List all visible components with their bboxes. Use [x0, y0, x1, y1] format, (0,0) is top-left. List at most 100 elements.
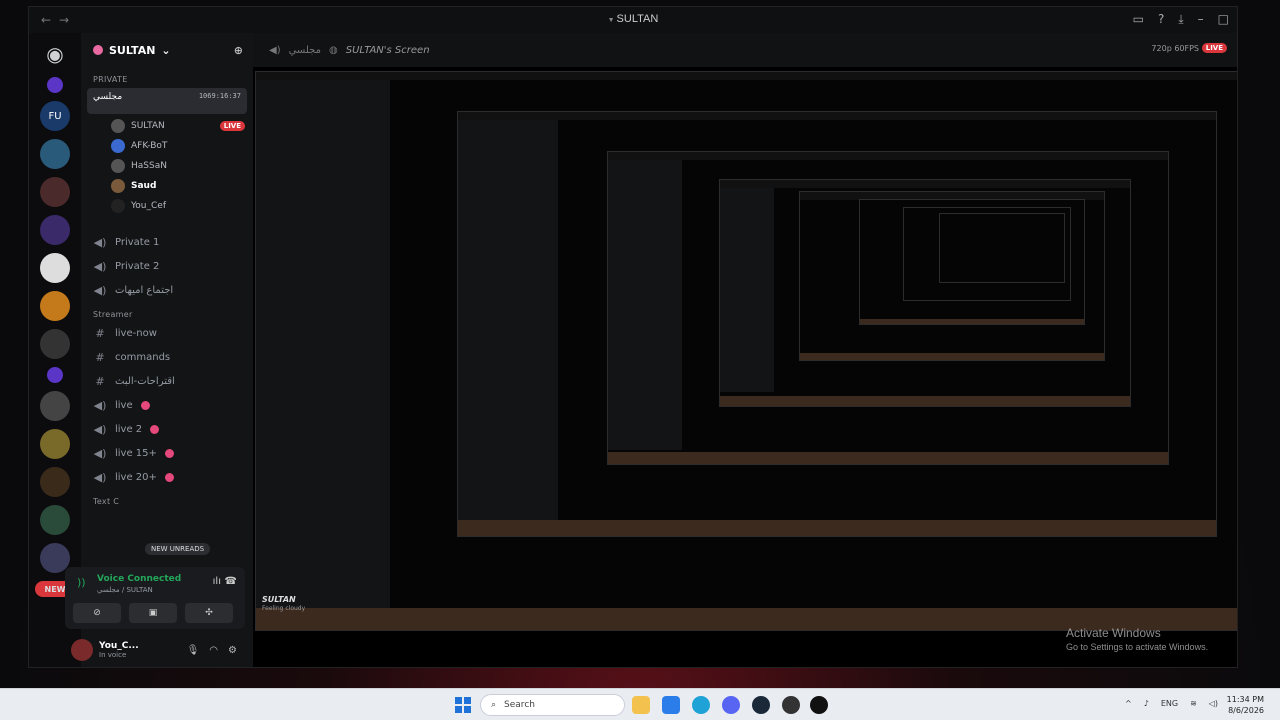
download-icon[interactable]: ⤓ [1178, 12, 1183, 27]
headphones-icon[interactable]: ◠ [209, 645, 218, 656]
microphone-icon[interactable]: ♪ [1144, 699, 1149, 708]
channel-name: live 20+ [115, 471, 157, 483]
server-icon[interactable] [47, 367, 63, 383]
voice-user-name: Saud [131, 181, 157, 191]
voice-channel[interactable]: ◀) live [81, 393, 253, 417]
language-indicator[interactable]: ENG [1161, 699, 1178, 708]
live-badge: LIVE [1201, 43, 1227, 53]
channel-name: اقتراحات-البث [115, 375, 175, 387]
speaker-icon: ◀) [93, 398, 107, 412]
chevron-up-icon[interactable]: ^ [1125, 699, 1132, 708]
voice-connected-title[interactable]: Voice Connected [97, 574, 181, 584]
volume-icon[interactable]: ◁) [1209, 699, 1218, 708]
voice-user[interactable]: Saud [81, 176, 253, 196]
activities-button[interactable]: ✣ [185, 603, 233, 623]
windows-start-icon[interactable] [455, 697, 471, 713]
server-icon[interactable] [40, 177, 70, 207]
disconnect-icon[interactable]: ☎ [225, 576, 237, 587]
maximize-icon[interactable]: □ [1218, 12, 1229, 27]
voice-channel-name: مجلسي [93, 92, 123, 102]
voice-channel[interactable]: ◀) live 20+ [81, 465, 253, 489]
stream-channel: مجلسي [288, 44, 321, 56]
camera-off-button[interactable]: ⊘ [73, 603, 121, 623]
speaker-icon: ◀) [269, 44, 281, 56]
speaker-icon: ◀) [93, 259, 107, 273]
stream-video[interactable]: SULTAN Feeling cloudy [253, 67, 1237, 667]
voice-channel[interactable]: ◀) live 2 [81, 417, 253, 441]
avatar [111, 119, 125, 133]
taskbar-clock[interactable]: 11:34 PM 8/6/2026 [1227, 694, 1264, 716]
text-channel[interactable]: # live-now [81, 321, 253, 345]
taskbar-search[interactable]: ⌕ Search [480, 694, 625, 716]
server-icon[interactable] [47, 77, 63, 93]
server-icon[interactable] [40, 291, 70, 321]
clock-date: 8/6/2026 [1228, 706, 1264, 715]
noise-suppression-icon[interactable]: ılı [213, 576, 221, 587]
microphone-icon[interactable]: 🎙 [187, 645, 200, 656]
app-icon[interactable] [810, 696, 828, 714]
hash-icon: # [95, 326, 105, 340]
server-icon[interactable] [40, 505, 70, 535]
category-text[interactable]: Text C [81, 489, 253, 508]
category-private[interactable]: PRIVATE [81, 67, 253, 86]
voice-channel[interactable]: ◀) اجتماع اميهات [81, 278, 253, 302]
voice-channel-active[interactable]: مجلسي 1069:16:37 [87, 88, 247, 114]
minimize-icon[interactable]: – [1198, 12, 1204, 27]
text-channel[interactable]: # اقتراحات-البث [81, 369, 253, 393]
gear-icon[interactable]: ⚙ [228, 645, 237, 656]
channel-name: live-now [115, 327, 157, 339]
wifi-icon[interactable]: ≋ [1190, 699, 1197, 708]
stream-header: ◀) مجلسي ◍ SULTAN's Screen 720p 60FPS LI… [253, 33, 1237, 67]
voice-channel[interactable]: ◀) Private 1 [81, 230, 253, 254]
discord-home-icon[interactable]: ◉ [40, 39, 70, 69]
clock-time: 11:34 PM [1226, 695, 1264, 704]
steam-icon[interactable] [752, 696, 770, 714]
activate-windows-watermark: Activate Windows Go to Settings to activ… [1066, 626, 1208, 652]
nav-arrows-icon[interactable]: ←→ [41, 13, 77, 27]
guild-name: SULTAN [109, 43, 156, 57]
avatar[interactable] [71, 639, 93, 661]
voice-user[interactable]: You_Cef [81, 196, 253, 216]
app-icon[interactable] [782, 696, 800, 714]
inner-stream-user: SULTAN [262, 595, 296, 604]
voice-user[interactable]: AFK-BoT [81, 136, 253, 156]
avatar [111, 179, 125, 193]
server-icon[interactable] [40, 429, 70, 459]
category-streamer[interactable]: Streamer [81, 302, 253, 321]
voice-channel[interactable]: ◀) Private 2 [81, 254, 253, 278]
user-panel: You_C... In voice 🎙 ◠ ⚙ [65, 634, 245, 666]
server-icon[interactable] [40, 329, 70, 359]
voice-connected-subtitle[interactable]: مجلسي / SULTAN [97, 586, 153, 594]
server-icon[interactable]: FU [40, 101, 70, 131]
discord-icon[interactable] [722, 696, 740, 714]
server-icon[interactable] [40, 215, 70, 245]
store-icon[interactable] [662, 696, 680, 714]
edge-icon[interactable] [692, 696, 710, 714]
voice-user[interactable]: HaSSaN [81, 156, 253, 176]
screen-share-button[interactable]: ▣ [129, 603, 177, 623]
invite-icon[interactable]: ⊕ [234, 44, 243, 57]
server-icon[interactable] [40, 467, 70, 497]
signal-icon[interactable]: )) [77, 576, 86, 589]
help-icon[interactable]: ? [1158, 12, 1164, 27]
speaker-icon: ◀) [93, 470, 107, 484]
voice-user-name: AFK-BoT [131, 141, 168, 151]
inner-stream-status: Feeling cloudy [262, 605, 306, 612]
voice-user-name: You_Cef [131, 201, 167, 211]
chevron-down-icon: ⌄ [161, 43, 171, 57]
server-icon[interactable] [40, 253, 70, 283]
live-dot [164, 472, 174, 482]
new-unreads-pill[interactable]: NEW UNREADS [145, 543, 211, 555]
guild-header[interactable]: SULTAN ⌄ ⊕ [81, 33, 253, 67]
user-name: You_C... [99, 641, 139, 651]
text-channel[interactable]: # commands [81, 345, 253, 369]
channel-name: Private 1 [115, 236, 160, 248]
avatar [111, 199, 125, 213]
voice-user[interactable]: SULTAN LIVE [81, 116, 253, 136]
server-icon[interactable] [40, 391, 70, 421]
file-explorer-icon[interactable] [632, 696, 650, 714]
inbox-icon[interactable]: ▭ [1133, 12, 1144, 27]
server-icon[interactable] [40, 139, 70, 169]
voice-channel[interactable]: ◀) live 15+ [81, 441, 253, 465]
voice-timer: 1069:16:37 [198, 92, 241, 100]
